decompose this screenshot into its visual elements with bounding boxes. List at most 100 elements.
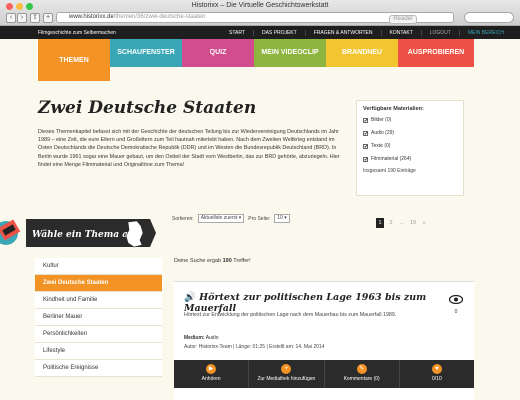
page-1[interactable]: 1 — [376, 218, 384, 228]
materials-total: Insgesamt 190 Einträge — [363, 168, 416, 174]
chevron-down-icon: ▾ — [284, 215, 287, 221]
nav-mein-bereich[interactable]: MEIN BEREICH — [458, 30, 512, 36]
main-tabs: THEMEN SCHAUFENSTER QUIZ MEIN VIDEOCLIP … — [0, 39, 520, 81]
topic-politische-ereignisse[interactable]: Politische Ereignisse — [35, 360, 162, 377]
topic-persoenlichkeiten[interactable]: Persönlichkeiten — [35, 326, 162, 343]
result-title-text: Hörtext zur politischen Lage 1963 bis zu… — [184, 292, 427, 314]
topic-kindheit-familie[interactable]: Kindheit und Familie — [35, 292, 162, 309]
nav-logout[interactable]: LOGOUT — [420, 30, 459, 36]
topic-list: Kultur Zwei Deutsche Staaten Kindheit un… — [35, 258, 162, 377]
page-2[interactable]: 2 — [387, 220, 395, 226]
share-button[interactable]: ⇧ — [30, 13, 40, 23]
checkbox-texte[interactable]: ✔ — [363, 143, 368, 149]
comment-icon: ✎ — [356, 364, 367, 374]
sort-select[interactable]: Aktuellste zuerst ▾ — [197, 214, 245, 223]
per-page-select[interactable]: 10 ▾ — [274, 214, 290, 223]
window-title: Historixx – Die Virtuelle Geschichtswerk… — [191, 2, 329, 9]
filter-label: Filmmaterial (264) — [371, 156, 412, 162]
pagination: 1 2 ... 19 » — [376, 218, 428, 228]
browser-search-input[interactable] — [464, 12, 514, 23]
filter-filmmaterial[interactable]: ✔ Filmmaterial (264) — [363, 156, 457, 162]
topic-zwei-deutsche-staaten[interactable]: Zwei Deutsche Staaten — [35, 275, 162, 292]
top-navigation: START DAS PROJEKT FRAGEN & ANTWORTEN KON… — [221, 30, 512, 36]
result-author-line: Autor: Historixx-Team | Länge: 01:25 | E… — [184, 344, 325, 350]
topic-kultur[interactable]: Kultur — [35, 258, 162, 275]
url-path: /themen/36/zwei-deutsche-staaten — [113, 14, 206, 20]
sort-controls: Sortieren: Aktuellste zuerst ▾ Pro Seite… — [172, 214, 290, 223]
results-suffix: Treffer! — [233, 258, 251, 264]
film-reel-icon — [0, 219, 21, 245]
rating-label: 0/10 — [432, 376, 442, 382]
listen-button[interactable]: ▶ Anhören — [174, 360, 250, 388]
sort-label: Sortieren: — [172, 215, 194, 222]
filter-audio[interactable]: ✔ Audio (29) — [363, 130, 457, 136]
filter-texte[interactable]: ✔ Texte (0) — [363, 143, 457, 149]
result-description: Hörtext zur Entwicklung der politischen … — [184, 312, 397, 318]
checkbox-bilder[interactable]: ✔ — [363, 117, 368, 123]
sort-value: Aktuellste zuerst — [200, 215, 238, 221]
tab-mein-videoclip[interactable]: MEIN VIDEOCLIP — [254, 39, 326, 67]
per-page-label: Pro Seite: — [248, 215, 271, 222]
page-title: Zwei Deutsche Staaten — [38, 98, 257, 118]
site-slogan: Filmgeschichte zum Selbermachen — [38, 30, 116, 36]
nav-faq[interactable]: FRAGEN & ANTWORTEN — [304, 30, 381, 36]
filter-label: Bilder (0) — [371, 117, 392, 123]
medium-value: Audio — [205, 335, 219, 341]
results-count: Deine Suche ergab 190 Treffer! — [174, 258, 251, 264]
views-counter: 0 — [448, 291, 464, 315]
result-title[interactable]: 🔊 Hörtext zur politischen Lage 1963 bis … — [184, 292, 474, 314]
germany-map-icon — [125, 220, 144, 248]
comments-label: Kommentare (0) — [343, 376, 380, 382]
back-button[interactable]: ‹ — [6, 13, 16, 23]
checkbox-audio[interactable]: ✔ — [363, 130, 368, 136]
sidebar-banner: Wähle ein Thema aus — [0, 219, 156, 248]
views-count: 0 — [454, 309, 458, 315]
play-icon: ▶ — [206, 364, 217, 374]
heart-icon: ♥ — [431, 364, 442, 374]
address-bar[interactable]: www.historixx.de/themen/36/zwei-deutsche… — [56, 12, 454, 24]
tab-quiz[interactable]: QUIZ — [182, 39, 254, 67]
topic-lifestyle[interactable]: Lifestyle — [35, 343, 162, 360]
site-top-bar: Filmgeschichte zum Selbermachen START DA… — [0, 26, 520, 39]
filter-bilder[interactable]: ✔ Bilder (0) — [363, 117, 457, 123]
medium-label: Medium: — [184, 335, 205, 341]
reader-button[interactable]: Reader — [389, 15, 417, 24]
topic-intro: Dieses Themenkapitel befasst sich mit de… — [38, 129, 340, 168]
tab-schaufenster[interactable]: SCHAUFENSTER — [110, 39, 182, 67]
filter-label: Texte (0) — [371, 143, 391, 149]
nav-kontakt[interactable]: KONTAKT — [380, 30, 421, 36]
tab-brandneu[interactable]: BRANDNEU — [326, 39, 398, 67]
url-host: www.historixx.de — [69, 14, 114, 20]
plus-icon: + — [281, 364, 292, 374]
add-bookmark-button[interactable]: + — [43, 13, 53, 23]
nav-start[interactable]: START — [221, 30, 253, 36]
per-page-value: 10 — [277, 215, 283, 221]
eye-icon — [448, 294, 464, 305]
page-ellipsis: ... — [399, 220, 405, 226]
page-19[interactable]: 19 — [409, 220, 417, 226]
comments-button[interactable]: ✎ Kommentare (0) — [325, 360, 400, 388]
nav-das-projekt[interactable]: DAS PROJEKT — [252, 30, 305, 36]
result-card: 🔊 Hörtext zur politischen Lage 1963 bis … — [174, 281, 474, 400]
page-next[interactable]: » — [420, 220, 428, 226]
sidebar-banner-title: Wähle ein Thema aus — [32, 229, 140, 240]
materials-filter: Verfügbare Materialien: ✔ Bilder (0) ✔ Aud… — [356, 100, 464, 196]
chevron-down-icon: ▾ — [238, 215, 242, 221]
checkbox-filmmaterial[interactable]: ✔ — [363, 156, 368, 162]
browser-toolbar: Historixx – Die Virtuelle Geschichtswerk… — [0, 0, 520, 26]
add-to-library-label: Zur Mediathek hinzufügen — [257, 376, 316, 382]
result-medium: Medium: Audio — [184, 335, 218, 341]
results-number: 190 — [222, 258, 232, 264]
tab-ausprobieren[interactable]: AUSPROBIEREN — [398, 39, 474, 67]
filter-label: Audio (29) — [371, 130, 395, 136]
add-to-library-button[interactable]: + Zur Mediathek hinzufügen — [249, 360, 325, 388]
listen-label: Anhören — [201, 376, 221, 382]
forward-button[interactable]: › — [17, 13, 27, 23]
results-prefix: Deine Suche ergab — [174, 258, 222, 264]
materials-heading: Verfügbare Materialien: — [363, 106, 424, 112]
topic-berliner-mauer[interactable]: Berliner Mauer — [35, 309, 162, 326]
rating-button[interactable]: ♥ 0/10 — [400, 360, 474, 388]
tab-themen[interactable]: THEMEN — [38, 39, 110, 81]
speaker-icon: 🔊 — [184, 292, 196, 303]
result-actions: ▶ Anhören + Zur Mediathek hinzufügen ✎ Komm… — [174, 360, 474, 388]
